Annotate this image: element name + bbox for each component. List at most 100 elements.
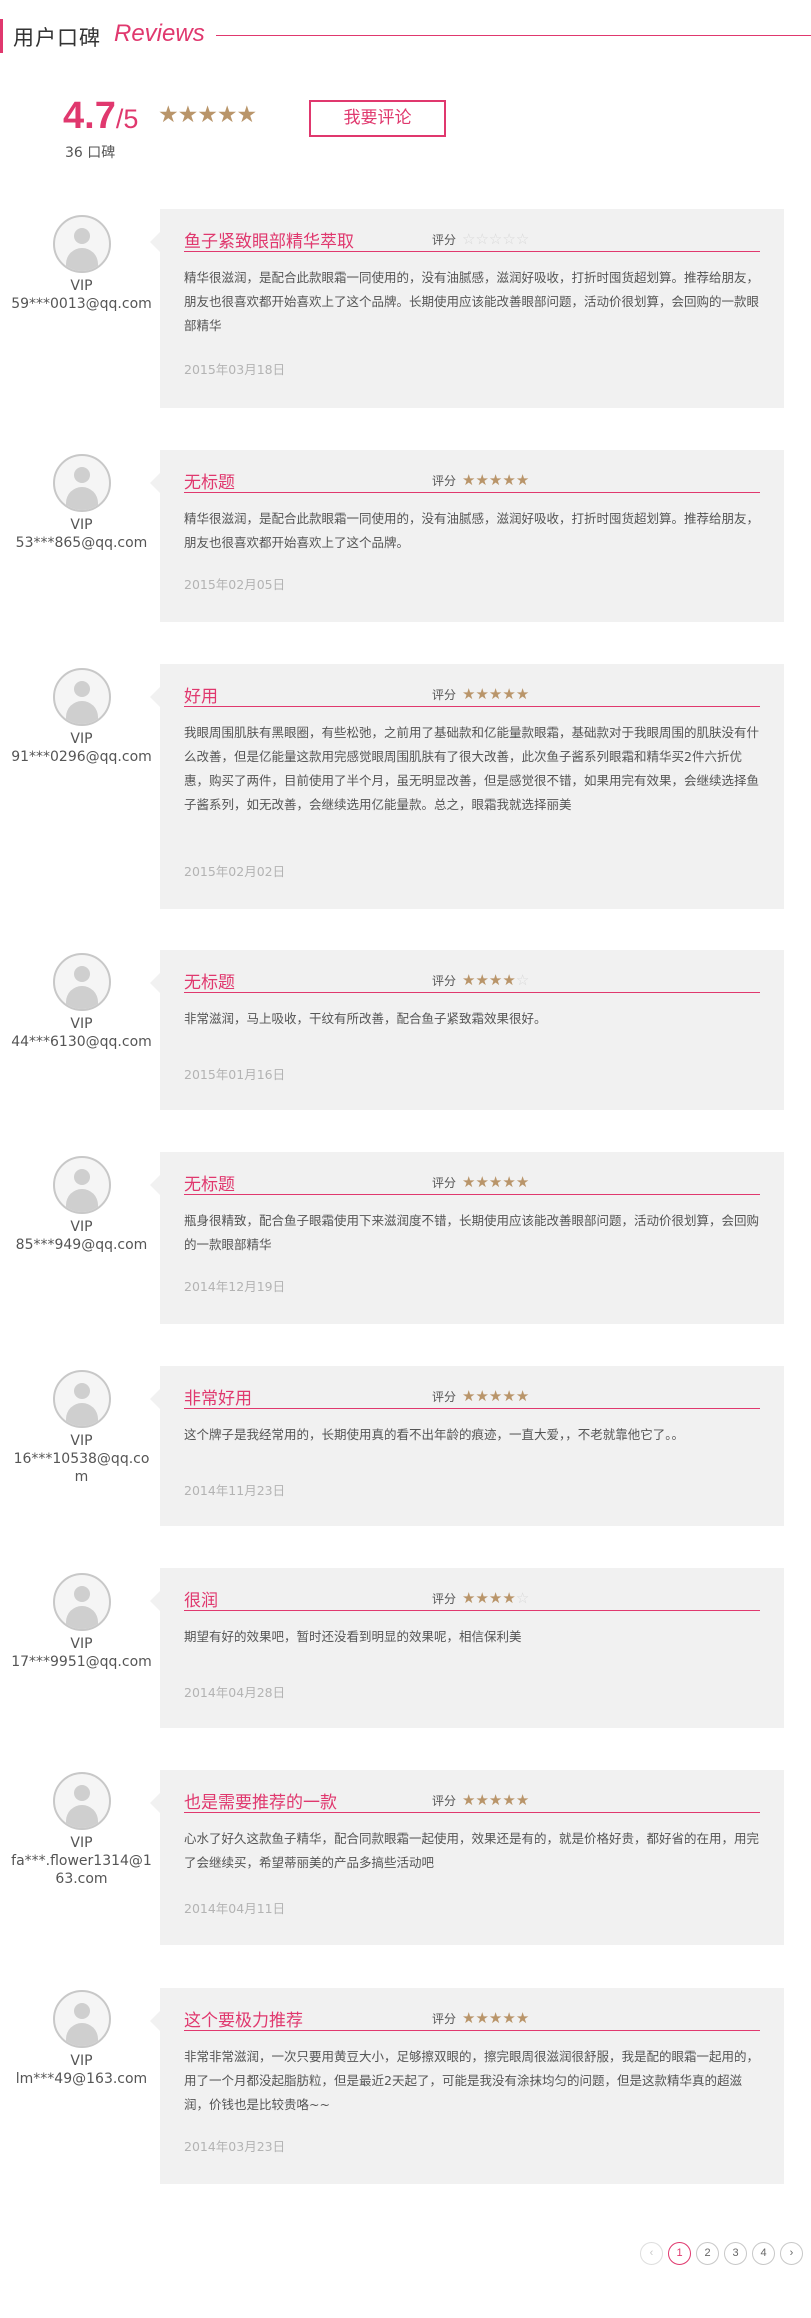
average-score-scale: /5 — [115, 104, 139, 134]
page-button-1[interactable]: 1 — [668, 2242, 691, 2265]
avatar-head — [73, 681, 90, 697]
next-page-button[interactable]: › — [780, 2242, 803, 2265]
review-header: 好用 评分 ★★★★★ — [184, 664, 760, 707]
reviewer-name: 16***10538@qq.com — [13, 1451, 150, 1485]
review-header: 无标题 评分 ★★★★★ — [184, 450, 760, 493]
review-title: 很润 — [184, 1591, 218, 1611]
star-filled-icon: ★ — [216, 102, 238, 128]
avatar-head — [73, 1383, 90, 1399]
review-text: 这个牌子是我经常用的，长期使用真的看不出年龄的痕迹，一直大爱，，不老就靠他它了。… — [184, 1427, 685, 1442]
rating-label: 评分 — [432, 474, 457, 488]
star-filled-icon: ★ — [515, 1387, 530, 1405]
star-filled-icon: ★ — [462, 685, 476, 703]
reviewer-info: VIP 59***0013@qq.com — [0, 215, 163, 313]
vip-label: VIP — [70, 1016, 93, 1032]
page-button-3[interactable]: 3 — [724, 2242, 747, 2265]
star-filled-icon: ★ — [462, 1387, 476, 1405]
star-empty-icon: ☆ — [515, 230, 530, 248]
star-filled-icon: ★ — [488, 1791, 503, 1809]
avatar-head — [73, 966, 90, 982]
star-filled-icon: ★ — [502, 1387, 516, 1405]
avatar-icon — [52, 1370, 111, 1428]
star-rating: ★★★★★ — [462, 2011, 529, 2026]
reviewer-info: VIP 53***865@qq.com — [0, 454, 163, 552]
average-star-rating: ★★★★★ — [158, 102, 257, 128]
review-text: 我眼周围肌肤有黑眼圈，有些松弛，之前用了基础款和亿能量款眼霜，基础款对于我眼周围… — [184, 725, 760, 812]
rating-label: 评分 — [432, 1794, 457, 1808]
star-filled-icon: ★ — [502, 1791, 516, 1809]
review-date: 2014年03月23日 — [184, 2139, 286, 2154]
star-empty-icon: ☆ — [462, 230, 476, 248]
star-rating: ★★★★☆ — [462, 1591, 529, 1606]
vip-label: VIP — [70, 2053, 93, 2069]
review-date: 2015年03月18日 — [184, 362, 286, 377]
star-filled-icon: ★ — [488, 1589, 503, 1607]
review-card: 好用 评分 ★★★★★ 我眼周围肌肤有黑眼圈，有些松弛，之前用了基础款和亿能量款眼霜，… — [150, 664, 784, 909]
rating-label: 评分 — [432, 1390, 457, 1404]
review-card: 无标题 评分 ★★★★★ 精华很滋润，是配合此款眼霜一同使用的，没有油腻感，滋润好吸收… — [150, 450, 784, 622]
star-filled-icon: ★ — [475, 2009, 489, 2027]
star-rating: ☆☆☆☆☆ — [462, 232, 529, 247]
review-header: 鱼子紧致眼部精华萃取 评分 ☆☆☆☆☆ — [184, 209, 760, 252]
vip-label: VIP — [70, 1433, 93, 1449]
review-card: 这个要极力推荐 评分 ★★★★★ 非常非常滋润，一次只要用黄豆大小，足够擦双眼的，擦完… — [150, 1988, 784, 2184]
prev-page-button[interactable]: ‹ — [640, 2242, 663, 2265]
review-rating: 评分 ★★★★★ — [432, 1792, 529, 1809]
star-filled-icon: ★ — [462, 1589, 476, 1607]
review-date: 2015年01月16日 — [184, 1067, 286, 1082]
section-header: 用户口碑 Reviews — [0, 19, 811, 53]
review-title: 无标题 — [184, 973, 235, 993]
review-header: 非常好用 评分 ★★★★★ — [184, 1366, 760, 1409]
avatar-icon — [52, 1156, 111, 1214]
review-rating: 评分 ★★★★★ — [432, 2010, 529, 2027]
rating-label: 评分 — [432, 2012, 457, 2026]
review-date: 2014年11月23日 — [184, 1483, 286, 1498]
star-filled-icon: ★ — [197, 102, 218, 128]
star-filled-icon: ★ — [488, 471, 503, 489]
review-rating: 评分 ☆☆☆☆☆ — [432, 231, 529, 248]
avatar-head — [73, 1169, 90, 1185]
star-filled-icon: ★ — [462, 2009, 476, 2027]
star-filled-icon: ★ — [502, 971, 516, 989]
review-rating: 评分 ★★★★★ — [432, 472, 529, 489]
avatar-icon — [52, 668, 111, 726]
review-text: 瓶身很精致，配合鱼子眼霜使用下来滋润度不错，长期使用应该能改善眼部问题，活动价很… — [184, 1213, 760, 1252]
review-title: 鱼子紧致眼部精华萃取 — [184, 232, 354, 252]
review-date: 2014年12月19日 — [184, 1279, 286, 1294]
star-filled-icon: ★ — [475, 1173, 489, 1191]
section-subtitle: Reviews — [114, 20, 205, 47]
review-rating: 评分 ★★★★★ — [432, 1388, 529, 1405]
vip-label: VIP — [70, 278, 93, 294]
review-card: 无标题 评分 ★★★★☆ 非常滋润，马上吸收，干纹有所改善，配合鱼子紧致霜效果很好。 2… — [150, 950, 784, 1110]
review-title: 非常好用 — [184, 1389, 252, 1409]
avatar-icon — [52, 215, 111, 273]
avatar-icon — [52, 1772, 111, 1830]
review-text: 精华很滋润，是配合此款眼霜一同使用的，没有油腻感，滋润好吸收，打折时囤货超划算。… — [184, 270, 760, 333]
star-filled-icon: ★ — [475, 1589, 489, 1607]
vip-label: VIP — [70, 731, 93, 747]
write-review-button[interactable]: 我要评论 — [309, 100, 446, 137]
review-title: 无标题 — [184, 473, 235, 493]
review-date: 2015年02月05日 — [184, 577, 286, 592]
review-rating: 评分 ★★★★★ — [432, 686, 529, 703]
page-button-2[interactable]: 2 — [696, 2242, 719, 2265]
star-empty-icon: ☆ — [515, 1589, 530, 1607]
star-filled-icon: ★ — [502, 685, 516, 703]
avatar-body — [65, 1606, 98, 1629]
star-empty-icon: ☆ — [475, 230, 489, 248]
page-button-4[interactable]: 4 — [752, 2242, 775, 2265]
review-header: 无标题 评分 ★★★★★ — [184, 1152, 760, 1195]
avatar-icon — [52, 454, 111, 512]
avatar-body — [65, 701, 98, 724]
star-filled-icon: ★ — [462, 971, 476, 989]
section-title: 用户口碑 — [13, 26, 101, 50]
star-empty-icon: ☆ — [488, 230, 503, 248]
review-title: 也是需要推荐的一款 — [184, 1793, 337, 1813]
reviewer-info: VIP 17***9951@qq.com — [0, 1573, 163, 1671]
star-filled-icon: ★ — [515, 1173, 530, 1191]
reviewer-name: 44***6130@qq.com — [11, 1034, 152, 1050]
reviewer-info: VIP lm***49@163.com — [0, 1990, 163, 2088]
star-filled-icon: ★ — [515, 471, 530, 489]
rating-summary: 4.7/5 ★★★★★ 36 口碑 我要评论 — [63, 95, 763, 165]
star-filled-icon: ★ — [488, 2009, 503, 2027]
